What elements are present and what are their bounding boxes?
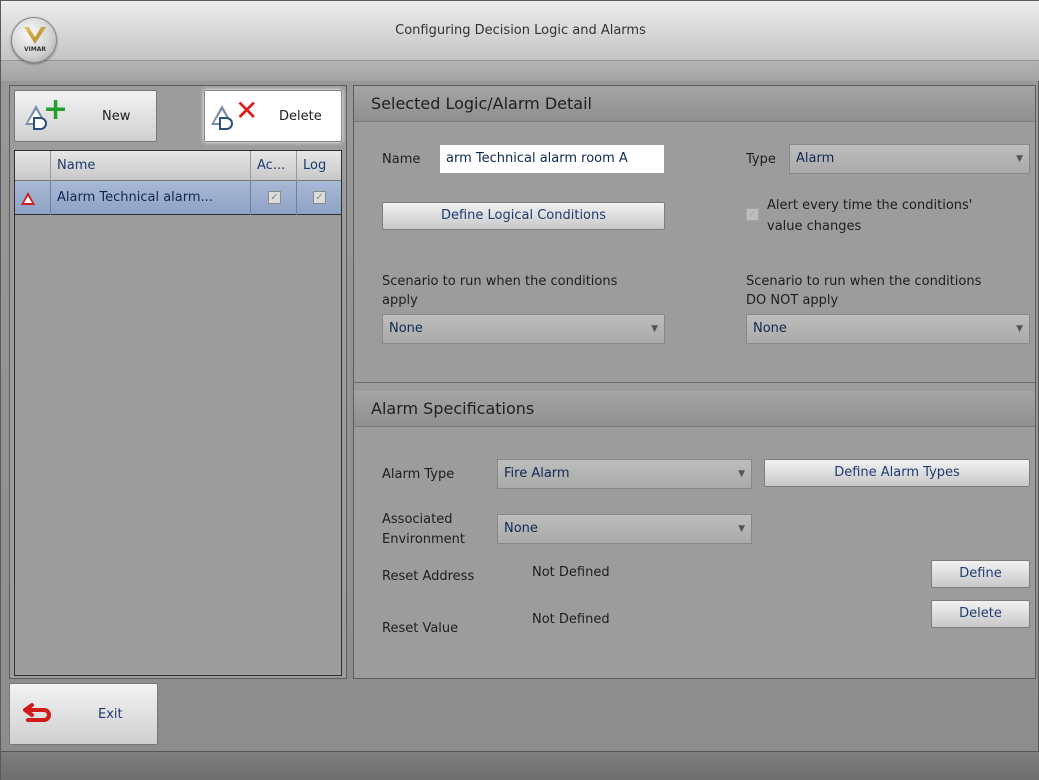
delete-reset-button[interactable]: Delete	[931, 600, 1030, 628]
scenario-not-apply-value: None	[753, 321, 787, 336]
define-logical-conditions-button[interactable]: Define Logical Conditions	[382, 202, 665, 230]
name-label: Name	[382, 152, 421, 167]
column-header-name[interactable]: Name	[51, 151, 251, 181]
detail-title: Selected Logic/Alarm Detail	[371, 94, 592, 113]
scenario-apply-select[interactable]: None ▼	[382, 314, 665, 344]
environment-label-line1: Associated	[382, 512, 453, 527]
environment-label-line2: Environment	[382, 532, 466, 547]
table-row[interactable]: Alarm Technical alarm... ✓ ✓	[15, 181, 341, 215]
chevron-down-icon: ▼	[651, 324, 658, 334]
alarm-type-value: Fire Alarm	[504, 466, 570, 481]
name-input[interactable]: arm Technical alarm room A	[439, 144, 665, 174]
type-select-value: Alarm	[796, 151, 835, 166]
window-title: Configuring Decision Logic and Alarms	[395, 23, 646, 38]
alarm-spec-header: Alarm Specifications	[354, 391, 1035, 427]
chevron-down-icon: ▼	[1016, 324, 1023, 334]
reset-value-label: Reset Value	[382, 621, 459, 636]
logic-grid: Name Ac... Log Alarm Technical alarm... …	[14, 150, 342, 676]
delete-button-label: Delete	[279, 109, 322, 124]
grid-header-icon-col	[15, 151, 51, 181]
column-header-log[interactable]: Log	[297, 151, 341, 181]
type-select[interactable]: Alarm ▼	[789, 144, 1030, 174]
delete-button[interactable]: ✕ Delete	[204, 90, 342, 142]
exit-arrow-icon	[23, 703, 51, 722]
logo-mark-icon	[24, 27, 46, 44]
section-divider	[354, 382, 1035, 383]
alert-label-line2: value changes	[767, 219, 862, 234]
row-log-cell: ✓	[297, 181, 341, 215]
log-checkbox[interactable]: ✓	[313, 191, 326, 204]
chevron-down-icon: ▼	[738, 469, 745, 479]
scenario-apply-label-line2: apply	[382, 293, 418, 308]
alarm-spec-title: Alarm Specifications	[371, 399, 535, 418]
alarm-type-label: Alarm Type	[382, 467, 455, 482]
plus-icon: +	[43, 92, 69, 127]
scenario-not-apply-select[interactable]: None ▼	[746, 314, 1030, 344]
type-label: Type	[746, 152, 776, 167]
column-header-active[interactable]: Ac...	[251, 151, 297, 181]
active-checkbox[interactable]: ✓	[268, 191, 281, 204]
environment-value: None	[504, 521, 538, 536]
scenario-not-apply-label-line2: DO NOT apply	[746, 293, 839, 308]
alert-checkbox[interactable]: ✓	[746, 208, 759, 221]
scenario-apply-label-line1: Scenario to run when the conditions	[382, 274, 618, 289]
close-icon: ✕	[235, 94, 259, 127]
row-name: Alarm Technical alarm...	[51, 181, 251, 215]
alarm-type-select[interactable]: Fire Alarm ▼	[497, 459, 752, 489]
chevron-down-icon: ▼	[1016, 154, 1023, 164]
warning-icon	[21, 192, 35, 205]
title-bar: Configuring Decision Logic and Alarms	[1, 1, 1039, 61]
new-button[interactable]: + New	[14, 90, 157, 142]
grid-header: Name Ac... Log	[15, 151, 341, 181]
row-active-cell: ✓	[251, 181, 297, 215]
menu-strip	[1, 61, 1039, 81]
exit-button-label: Exit	[98, 707, 123, 722]
scenario-not-apply-label-line1: Scenario to run when the conditions	[746, 274, 982, 289]
alert-label-line1: Alert every time the conditions'	[767, 198, 973, 213]
new-button-label: New	[102, 109, 131, 124]
exit-button[interactable]: Exit	[9, 683, 158, 745]
logo-text: VIMAR	[23, 46, 47, 53]
app-window: Configuring Decision Logic and Alarms VI…	[0, 0, 1039, 780]
reset-address-label: Reset Address	[382, 569, 475, 584]
define-reset-button[interactable]: Define	[931, 560, 1030, 588]
vimar-logo[interactable]: VIMAR	[11, 17, 57, 63]
detail-header: Selected Logic/Alarm Detail	[354, 86, 1035, 122]
row-icon-cell	[15, 181, 51, 215]
logic-list-panel: + New ✕ Delete Name Ac... Log Alarm Tech…	[9, 85, 347, 679]
status-bar	[1, 751, 1039, 780]
reset-address-value: Not Defined	[532, 565, 610, 580]
scenario-apply-value: None	[389, 321, 423, 336]
reset-value-value: Not Defined	[532, 612, 610, 627]
environment-select[interactable]: None ▼	[497, 514, 752, 544]
define-alarm-types-button[interactable]: Define Alarm Types	[764, 459, 1030, 487]
detail-panel: Selected Logic/Alarm Detail Name arm Tec…	[353, 85, 1036, 679]
chevron-down-icon: ▼	[738, 524, 745, 534]
